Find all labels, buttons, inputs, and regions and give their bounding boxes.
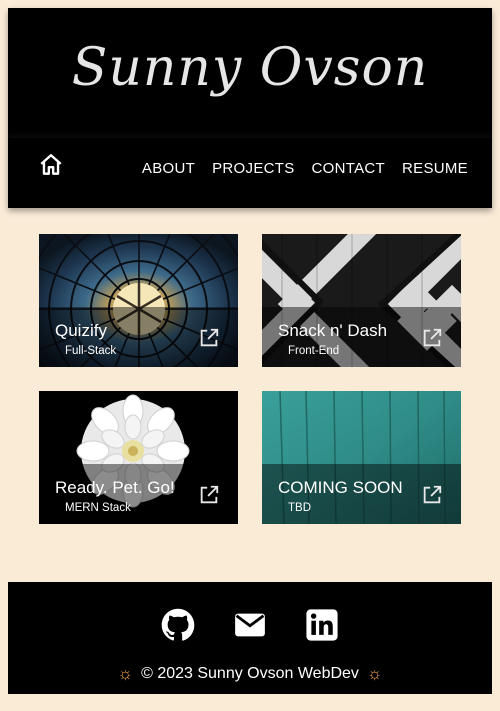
nav-about[interactable]: ABOUT <box>142 160 195 177</box>
copyright-line: ☼ © 2023 Sunny Ovson WebDev ☼ <box>8 664 492 684</box>
sun-icon: ☼ <box>117 664 134 683</box>
project-card-ready-pet-go[interactable]: Ready. Pet. Go! MERN Stack <box>39 391 238 524</box>
brand-title: Sunny Ovson <box>71 38 429 98</box>
project-subtitle: Front-End <box>288 345 340 357</box>
project-subtitle: TBD <box>288 502 311 514</box>
mail-icon[interactable] <box>233 608 267 642</box>
site-header: Sunny Ovson ABOUT PROJECTS CONTACT RESUM… <box>8 8 492 208</box>
nav-contact[interactable]: CONTACT <box>312 160 385 177</box>
project-card-snack-n-dash[interactable]: Snack n' Dash Front-End <box>262 234 461 367</box>
sun-icon: ☼ <box>366 664 383 683</box>
external-link-icon[interactable] <box>198 327 220 349</box>
github-icon[interactable] <box>161 608 195 642</box>
nav-resume[interactable]: RESUME <box>402 160 468 177</box>
project-card-quizify[interactable]: Quizify Full-Stack <box>39 234 238 367</box>
home-icon[interactable] <box>38 152 64 178</box>
project-title: Quizify <box>55 321 107 340</box>
external-link-icon[interactable] <box>198 484 220 506</box>
external-link-icon[interactable] <box>421 484 443 506</box>
copyright-text: © 2023 Sunny Ovson WebDev <box>141 665 359 682</box>
project-title: Ready. Pet. Go! <box>55 478 175 497</box>
site-footer: ☼ © 2023 Sunny Ovson WebDev ☼ <box>8 582 492 694</box>
external-link-icon[interactable] <box>421 327 443 349</box>
nav-links: ABOUT PROJECTS CONTACT RESUME <box>142 160 468 177</box>
social-links <box>8 608 492 642</box>
project-subtitle: MERN Stack <box>65 502 131 514</box>
nav-projects[interactable]: PROJECTS <box>212 160 294 177</box>
project-subtitle: Full-Stack <box>65 345 117 357</box>
navbar: ABOUT PROJECTS CONTACT RESUME <box>8 138 492 208</box>
project-title: Snack n' Dash <box>278 321 388 340</box>
project-title: COMING SOON <box>278 478 403 497</box>
project-card-coming-soon[interactable]: COMING SOON TBD <box>262 391 461 524</box>
linkedin-icon[interactable] <box>305 608 339 642</box>
